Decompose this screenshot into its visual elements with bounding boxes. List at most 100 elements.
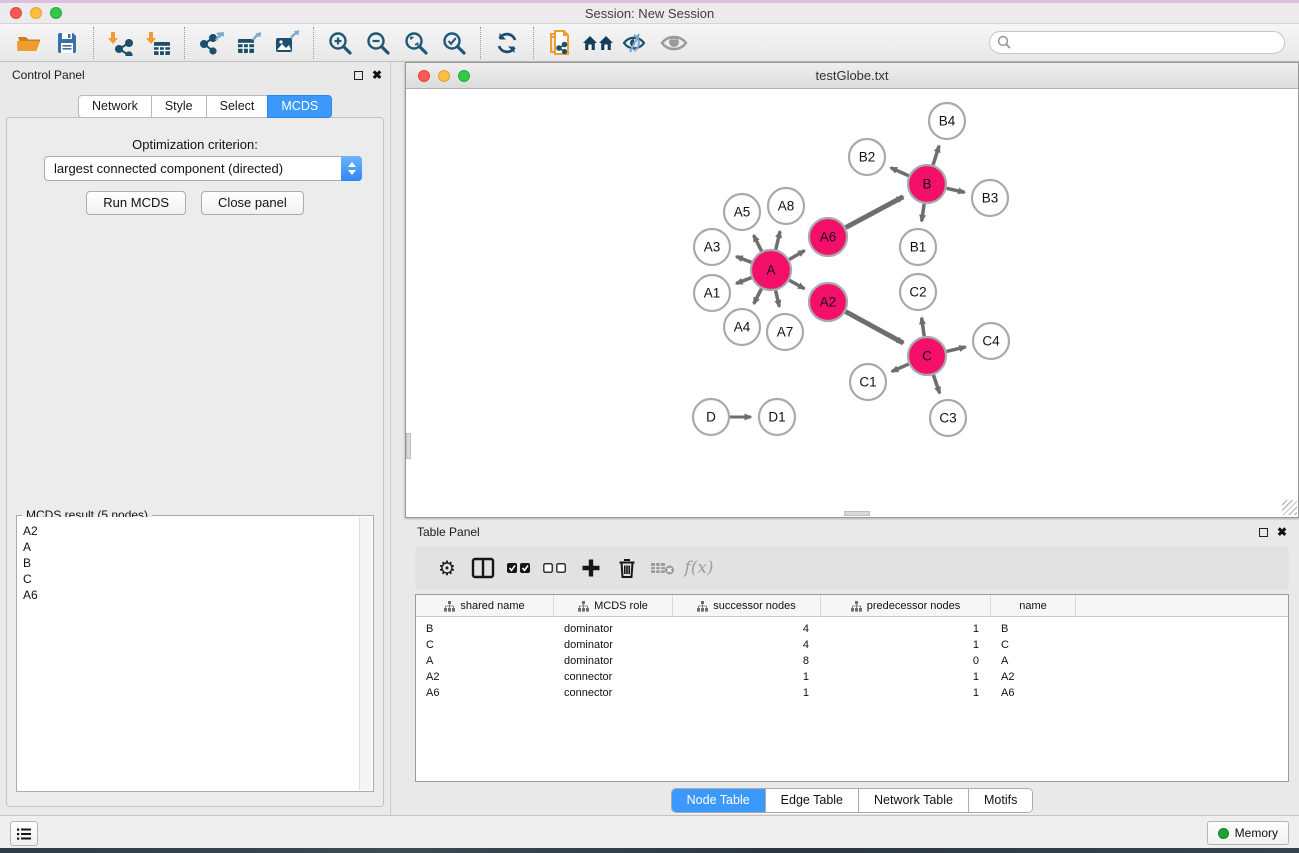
cell-predecessor-nodes[interactable]: 1 bbox=[821, 623, 991, 635]
cell-successor-nodes[interactable]: 1 bbox=[673, 671, 821, 683]
edge-A-A7[interactable] bbox=[776, 290, 780, 306]
delete-column-button[interactable] bbox=[609, 550, 645, 586]
cell-name[interactable]: A2 bbox=[991, 671, 1076, 683]
mcds-result-item[interactable]: A bbox=[18, 539, 359, 555]
resize-grip-icon[interactable] bbox=[1282, 500, 1297, 515]
node-table[interactable]: shared nameMCDS rolesuccessor nodesprede… bbox=[415, 594, 1289, 782]
table-row[interactable]: A6connector11A6 bbox=[416, 685, 1288, 701]
cell-shared-name[interactable]: A bbox=[416, 655, 554, 667]
cell-name[interactable]: C bbox=[991, 639, 1076, 651]
table-row[interactable]: Cdominator41C bbox=[416, 637, 1288, 653]
edge-C-C4[interactable] bbox=[946, 347, 965, 352]
column-header-predecessor-nodes[interactable]: predecessor nodes bbox=[821, 595, 991, 617]
edge-A-A3[interactable] bbox=[736, 256, 751, 262]
mcds-result-item[interactable]: A2 bbox=[18, 523, 359, 539]
column-header-successor-nodes[interactable]: successor nodes bbox=[673, 595, 821, 617]
edge-A-A6[interactable] bbox=[789, 251, 804, 260]
cell-shared-name[interactable]: A2 bbox=[416, 671, 554, 683]
network-window-titlebar[interactable]: testGlobe.txt bbox=[406, 63, 1298, 89]
float-panel-icon[interactable] bbox=[354, 71, 363, 80]
mcds-result-item[interactable]: C bbox=[18, 571, 359, 587]
function-builder-button[interactable]: f(x) bbox=[681, 550, 717, 586]
close-table-panel-icon[interactable]: ✖ bbox=[1277, 527, 1287, 537]
tab-motifs[interactable]: Motifs bbox=[969, 789, 1032, 812]
edge-A-A1[interactable] bbox=[736, 278, 751, 284]
deselect-all-columns-button[interactable] bbox=[537, 550, 573, 586]
cell-predecessor-nodes[interactable]: 1 bbox=[821, 639, 991, 651]
column-header-shared-name[interactable]: shared name bbox=[416, 595, 554, 617]
cell-successor-nodes[interactable]: 4 bbox=[673, 639, 821, 651]
show-task-history-button[interactable] bbox=[10, 821, 38, 846]
network-graph[interactable]: B4B2BB3A8A5A6A3B1AC2A1A2A4A7C4CC1C3DD1 bbox=[406, 89, 1298, 516]
zoom-fit-button[interactable] bbox=[397, 26, 435, 60]
edge-A-A5[interactable] bbox=[754, 235, 762, 251]
close-panel-button[interactable]: Close panel bbox=[201, 191, 304, 215]
cell-name[interactable]: A bbox=[991, 655, 1076, 667]
edge-A-A4[interactable] bbox=[754, 289, 762, 304]
clone-network-button[interactable] bbox=[541, 26, 579, 60]
tab-node-table[interactable]: Node Table bbox=[672, 789, 766, 812]
cell-shared-name[interactable]: C bbox=[416, 639, 554, 651]
tab-select[interactable]: Select bbox=[206, 95, 268, 118]
float-table-panel-icon[interactable] bbox=[1259, 528, 1268, 537]
edge-B-B3[interactable] bbox=[947, 188, 965, 192]
table-settings-button[interactable]: ⚙ bbox=[429, 550, 465, 586]
edge-B-B4[interactable] bbox=[933, 146, 939, 165]
cell-name[interactable]: A6 bbox=[991, 687, 1076, 699]
cell-predecessor-nodes[interactable]: 1 bbox=[821, 687, 991, 699]
zoom-selected-button[interactable] bbox=[435, 26, 473, 60]
cell-successor-nodes[interactable]: 1 bbox=[673, 687, 821, 699]
tab-network[interactable]: Network bbox=[78, 95, 151, 118]
edge-C-C3[interactable] bbox=[933, 375, 939, 393]
delete-table-button[interactable] bbox=[645, 550, 681, 586]
cell-MCDS-role[interactable]: dominator bbox=[554, 623, 673, 635]
export-table-button[interactable] bbox=[230, 26, 268, 60]
table-row[interactable]: Adominator80A bbox=[416, 653, 1288, 669]
select-all-columns-button[interactable] bbox=[501, 550, 537, 586]
edge-C-C2[interactable] bbox=[922, 318, 925, 336]
save-session-button[interactable] bbox=[48, 26, 86, 60]
cell-predecessor-nodes[interactable]: 1 bbox=[821, 671, 991, 683]
run-mcds-button[interactable]: Run MCDS bbox=[86, 191, 186, 215]
edge-C-C1[interactable] bbox=[892, 364, 909, 371]
cell-name[interactable]: B bbox=[991, 623, 1076, 635]
apply-layout-button[interactable] bbox=[488, 26, 526, 60]
mcds-result-item[interactable]: A6 bbox=[18, 587, 359, 603]
mcds-result-list[interactable]: A2ABCA6 bbox=[18, 517, 359, 790]
result-scrollbar[interactable] bbox=[359, 517, 372, 790]
cell-successor-nodes[interactable]: 8 bbox=[673, 655, 821, 667]
export-image-button[interactable] bbox=[268, 26, 306, 60]
zoom-out-button[interactable] bbox=[359, 26, 397, 60]
edge-A6-B[interactable] bbox=[846, 197, 904, 228]
tab-network-table[interactable]: Network Table bbox=[859, 789, 969, 812]
close-panel-icon[interactable]: ✖ bbox=[372, 70, 382, 80]
import-table-button[interactable] bbox=[139, 26, 177, 60]
cell-MCDS-role[interactable]: dominator bbox=[554, 655, 673, 667]
hide-details-button[interactable] bbox=[617, 26, 655, 60]
tab-mcds[interactable]: MCDS bbox=[267, 95, 332, 118]
export-network-button[interactable] bbox=[192, 26, 230, 60]
table-row[interactable]: Bdominator41B bbox=[416, 621, 1288, 637]
tab-style[interactable]: Style bbox=[151, 95, 206, 118]
criterion-dropdown[interactable]: largest connected component (directed) bbox=[44, 156, 362, 181]
cell-MCDS-role[interactable]: connector bbox=[554, 687, 673, 699]
memory-button[interactable]: Memory bbox=[1207, 821, 1289, 845]
table-row[interactable]: A2connector11A2 bbox=[416, 669, 1288, 685]
horizontal-scroll-handle[interactable] bbox=[844, 511, 870, 516]
show-column-selector-button[interactable] bbox=[465, 550, 501, 586]
home-button[interactable] bbox=[579, 26, 617, 60]
cell-MCDS-role[interactable]: dominator bbox=[554, 639, 673, 651]
network-canvas[interactable]: B4B2BB3A8A5A6A3B1AC2A1A2A4A7C4CC1C3DD1 bbox=[406, 89, 1298, 516]
cell-successor-nodes[interactable]: 4 bbox=[673, 623, 821, 635]
open-session-button[interactable] bbox=[10, 26, 48, 60]
cell-MCDS-role[interactable]: connector bbox=[554, 671, 673, 683]
tab-edge-table[interactable]: Edge Table bbox=[766, 789, 859, 812]
edge-B-B2[interactable] bbox=[891, 168, 909, 176]
import-network-button[interactable] bbox=[101, 26, 139, 60]
create-column-button[interactable] bbox=[573, 550, 609, 586]
edge-B-B1[interactable] bbox=[922, 204, 924, 221]
vertical-scroll-handle[interactable] bbox=[406, 433, 411, 459]
edge-A2-C[interactable] bbox=[846, 312, 904, 343]
edge-A-A2[interactable] bbox=[789, 280, 804, 289]
zoom-in-button[interactable] bbox=[321, 26, 359, 60]
